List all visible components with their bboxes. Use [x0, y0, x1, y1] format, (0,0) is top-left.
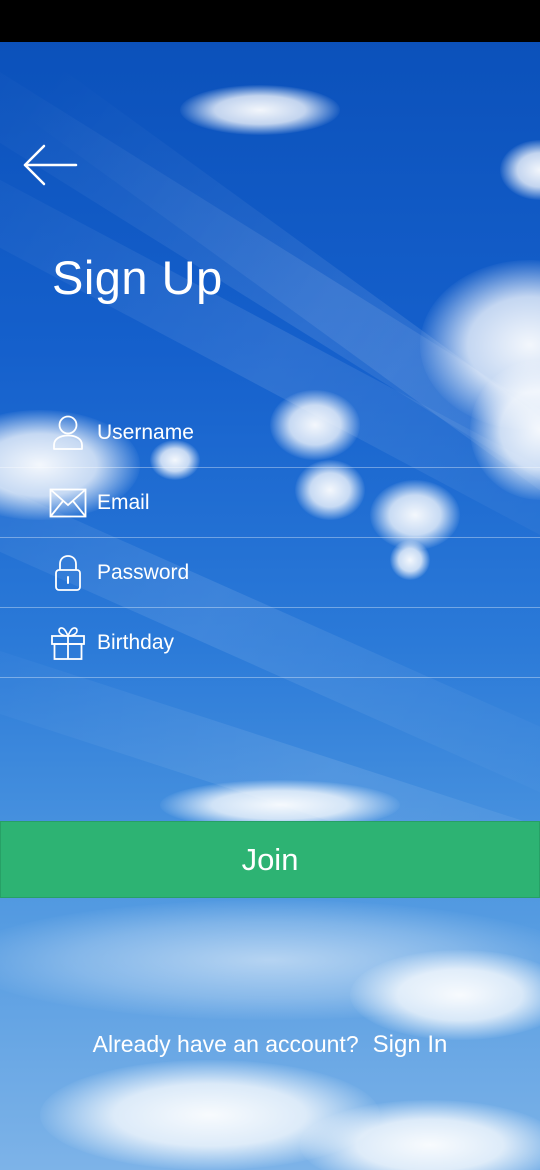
back-button[interactable] — [20, 140, 80, 190]
password-input[interactable] — [97, 547, 517, 598]
birthday-field-row — [0, 608, 540, 678]
arrow-left-icon — [23, 144, 78, 186]
status-bar — [0, 0, 540, 42]
username-field-row — [0, 398, 540, 468]
content: Sign Up Username Email Birthday Join Alr… — [0, 0, 540, 1170]
user-icon — [49, 414, 87, 452]
gift-icon — [49, 624, 87, 662]
join-button[interactable]: Join — [0, 821, 540, 898]
envelope-icon — [49, 484, 87, 522]
email-input[interactable] — [97, 477, 517, 528]
signup-screen: Sign Up Username Email Birthday Join Alr… — [0, 0, 540, 1170]
lock-icon — [49, 554, 87, 592]
birthday-input[interactable] — [97, 617, 517, 668]
email-field-row — [0, 468, 540, 538]
page-title: Sign Up — [52, 251, 223, 304]
signin-link[interactable]: Sign In — [373, 1031, 448, 1058]
signup-form — [0, 398, 540, 678]
signin-prompt: Already have an account? Sign In — [0, 1031, 540, 1059]
signin-prompt-text: Already have an account? — [92, 1031, 359, 1057]
username-input[interactable] — [97, 407, 517, 458]
password-field-row — [0, 538, 540, 608]
